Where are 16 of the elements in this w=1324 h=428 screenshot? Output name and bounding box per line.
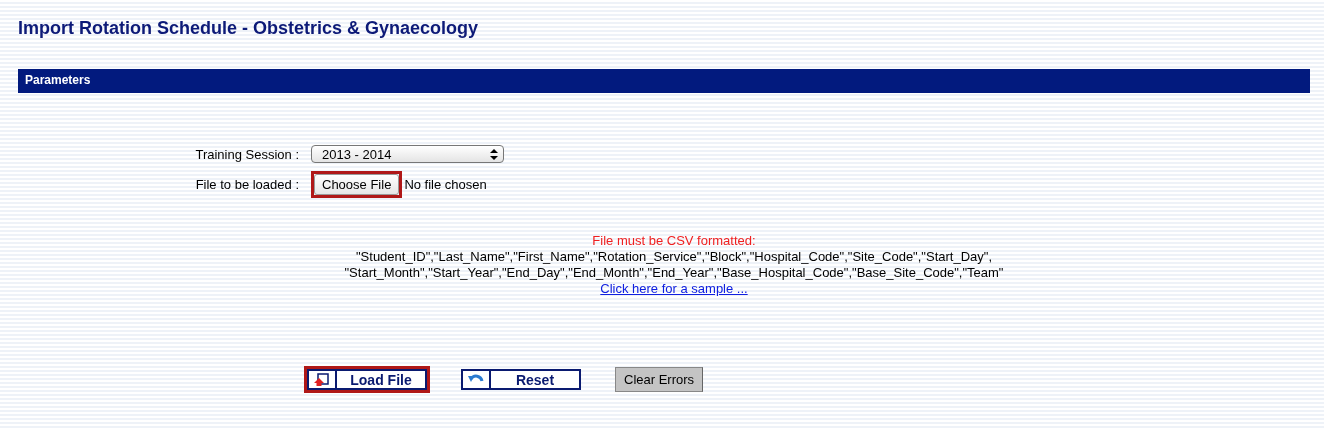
clear-errors-button[interactable]: Clear Errors bbox=[615, 367, 704, 392]
choose-file-button[interactable]: Choose File bbox=[314, 173, 400, 195]
format-warning: File must be CSV formatted: bbox=[592, 233, 756, 249]
field-label: Training Session : bbox=[194, 146, 299, 162]
load-file-button[interactable]: Load File bbox=[307, 369, 427, 390]
page-title: Import Rotation Schedule - Obstetrics & Gynaecology bbox=[18, 18, 480, 40]
sample-link[interactable]: Click here for a sample ... bbox=[600, 281, 748, 297]
file-status: No file chosen bbox=[404, 176, 487, 192]
upload-icon bbox=[314, 372, 330, 387]
updown-icon bbox=[490, 148, 498, 160]
session-select[interactable]: 2013 - 2014 bbox=[311, 145, 504, 163]
format-fields: "Student_ID","Last_Name","First_Name","Rotation_Service","Block","Hospital_Code","Site_Code","Start_Day", bbox=[356, 249, 992, 265]
format-fields: "Start_Month","Start_Year","End_Day","End_Month","End_Year","Base_Hospital_Code","Base_Site_Code","Team" bbox=[344, 265, 1004, 281]
section-header: Parameters bbox=[18, 69, 1310, 93]
reset-button[interactable]: Reset bbox=[461, 369, 581, 390]
field-label: File to be loaded : bbox=[194, 176, 299, 192]
